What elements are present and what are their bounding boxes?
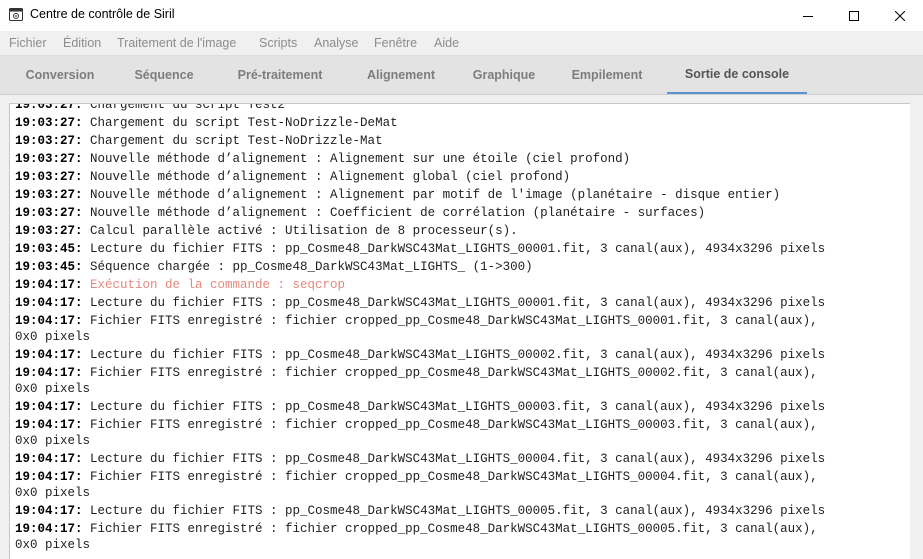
log-message: Lecture du fichier FITS : pp_Cosme48_Dar… <box>82 400 826 414</box>
log-message: Lecture du fichier FITS : pp_Cosme48_Dar… <box>82 452 826 466</box>
console-line: 19:03:27: Chargement du script Test-NoDr… <box>15 132 825 150</box>
log-message: Chargement du script Test-NoDrizzle-DeMa… <box>82 116 398 130</box>
console-line: 19:03:27: Nouvelle méthode d’alignement … <box>15 204 825 222</box>
menu-aide[interactable]: Aide <box>434 36 459 50</box>
log-timestamp: 19:04:17: <box>15 366 83 380</box>
console-line: 19:04:17: Lecture du fichier FITS : pp_C… <box>15 294 825 312</box>
log-message: Nouvelle méthode d’alignement : Aligneme… <box>82 188 781 202</box>
tab-conversion[interactable]: Conversion <box>13 56 107 94</box>
log-timestamp: 19:04:17: <box>15 296 83 310</box>
tab-sortie-console[interactable]: Sortie de console <box>667 56 807 94</box>
tab-bar: Conversion Séquence Pré-traitement Align… <box>0 56 923 95</box>
log-message: Lecture du fichier FITS : pp_Cosme48_Dar… <box>82 296 826 310</box>
log-message: Calcul parallèle activé : Utilisation de… <box>82 224 518 238</box>
log-message: Lecture du fichier FITS : pp_Cosme48_Dar… <box>82 504 826 518</box>
log-message: Nouvelle méthode d’alignement : Aligneme… <box>82 152 631 166</box>
console-line: 19:04:17: Lecture du fichier FITS : pp_C… <box>15 450 825 468</box>
tab-alignement[interactable]: Alignement <box>352 56 450 94</box>
menu-bar: Fichier Édition Traitement de l'image Sc… <box>0 31 923 56</box>
log-message: Lecture du fichier FITS : pp_Cosme48_Dar… <box>82 348 826 362</box>
console-panel: 19:03:27: Chargement du script Test2 19:0… <box>0 95 923 559</box>
log-message: Fichier FITS enregistré : fichier croppe… <box>82 314 818 328</box>
menu-fenetre[interactable]: Fenêtre <box>374 36 417 50</box>
log-timestamp: 19:03:27: <box>15 152 83 166</box>
log-timestamp: 19:03:27: <box>15 188 83 202</box>
minimize-icon <box>803 15 813 17</box>
tab-graphique[interactable]: Graphique <box>462 56 546 94</box>
log-timestamp: 19:03:27: <box>15 134 83 148</box>
log-message-continuation: 0x0 pixels <box>15 382 91 396</box>
log-timestamp: 19:03:45: <box>15 242 83 256</box>
log-message: Fichier FITS enregistré : fichier croppe… <box>82 522 818 536</box>
log-timestamp: 19:03:27: <box>15 224 83 238</box>
log-message-continuation: 0x0 pixels <box>15 538 91 552</box>
console-line: 19:04:17: Fichier FITS enregistré : fich… <box>15 468 825 502</box>
log-message: Nouvelle méthode d’alignement : Coeffici… <box>82 206 706 220</box>
title-bar[interactable]: Centre de contrôle de Siril <box>0 0 923 31</box>
log-message-continuation: 0x0 pixels <box>15 486 91 500</box>
log-timestamp: 19:03:27: <box>15 170 83 184</box>
log-timestamp: 19:03:45: <box>15 260 83 274</box>
log-timestamp: 19:04:17: <box>15 348 83 362</box>
console-line: 19:04:17: Fichier FITS enregistré : fich… <box>15 364 825 398</box>
console-line: 19:04:17: Lecture du fichier FITS : pp_C… <box>15 398 825 416</box>
log-timestamp: 19:04:17: <box>15 452 83 466</box>
log-timestamp: 19:03:27: <box>15 103 83 112</box>
console-command-line: 19:04:17: Exécution de la commande : seq… <box>15 276 825 294</box>
log-message-continuation: 0x0 pixels <box>15 330 91 344</box>
close-icon <box>895 10 905 21</box>
log-timestamp: 19:04:17: <box>15 400 83 414</box>
console-line: 19:04:17: Fichier FITS enregistré : fich… <box>15 416 825 450</box>
tab-pretraitement[interactable]: Pré-traitement <box>220 56 340 94</box>
console-line: 19:03:27: Calcul parallèle activé : Util… <box>15 222 825 240</box>
log-timestamp: 19:04:17: <box>15 522 83 536</box>
console-line: 19:04:17: Fichier FITS enregistré : fich… <box>15 312 825 346</box>
console-line: 19:03:45: Lecture du fichier FITS : pp_C… <box>15 240 825 258</box>
log-message: Fichier FITS enregistré : fichier croppe… <box>82 418 818 432</box>
log-timestamp: 19:03:27: <box>15 116 83 130</box>
menu-fichier[interactable]: Fichier <box>9 36 47 50</box>
log-timestamp: 19:04:17: <box>15 314 83 328</box>
menu-scripts[interactable]: Scripts <box>259 36 297 50</box>
log-message-continuation: 0x0 pixels <box>15 434 91 448</box>
log-timestamp: 19:04:17: <box>15 470 83 484</box>
log-message: Chargement du script Test-NoDrizzle-Mat <box>82 134 383 148</box>
log-message: Nouvelle méthode d’alignement : Aligneme… <box>82 170 571 184</box>
console-line: 19:03:27: Nouvelle méthode d’alignement … <box>15 150 825 168</box>
menu-analyse[interactable]: Analyse <box>314 36 358 50</box>
minimize-button[interactable] <box>785 0 831 31</box>
console-line: 19:03:27: Nouvelle méthode d’alignement … <box>15 168 825 186</box>
log-timestamp: 19:04:17: <box>15 504 83 518</box>
console-line: 19:04:17: Lecture du fichier FITS : pp_C… <box>15 346 825 364</box>
close-button[interactable] <box>877 0 923 31</box>
log-message: Exécution de la commande : seqcrop <box>82 278 346 292</box>
siril-app-icon <box>9 8 23 21</box>
log-timestamp: 19:03:27: <box>15 206 83 220</box>
console-line: 19:03:27: Nouvelle méthode d’alignement … <box>15 186 825 204</box>
log-message: Fichier FITS enregistré : fichier croppe… <box>82 366 818 380</box>
console-line: 19:04:17: Fichier FITS enregistré : fich… <box>15 520 825 554</box>
tab-empilement[interactable]: Empilement <box>558 56 656 94</box>
menu-edition[interactable]: Édition <box>63 36 101 50</box>
maximize-icon <box>849 10 859 21</box>
log-timestamp: 19:04:17: <box>15 418 83 432</box>
log-message: Séquence chargée : pp_Cosme48_DarkWSC43M… <box>82 260 533 274</box>
maximize-button[interactable] <box>831 0 877 31</box>
tab-sequence[interactable]: Séquence <box>118 56 210 94</box>
console-output[interactable]: 19:03:27: Chargement du script Test2 19:0… <box>9 103 910 559</box>
console-log: 19:03:27: Chargement du script Test2 19:0… <box>15 103 825 554</box>
window-title: Centre de contrôle de Siril <box>30 7 175 21</box>
console-line: 19:04:17: Lecture du fichier FITS : pp_C… <box>15 502 825 520</box>
log-message: Lecture du fichier FITS : pp_Cosme48_Dar… <box>82 242 826 256</box>
console-line: 19:03:27: Chargement du script Test-NoDr… <box>15 114 825 132</box>
log-message: Chargement du script Test2 <box>82 103 286 112</box>
log-message: Fichier FITS enregistré : fichier croppe… <box>82 470 818 484</box>
log-timestamp: 19:04:17: <box>15 278 83 292</box>
menu-traitement-image[interactable]: Traitement de l'image <box>117 36 236 50</box>
console-line: 19:03:27: Chargement du script Test2 <box>15 103 825 114</box>
console-line: 19:03:45: Séquence chargée : pp_Cosme48_… <box>15 258 825 276</box>
